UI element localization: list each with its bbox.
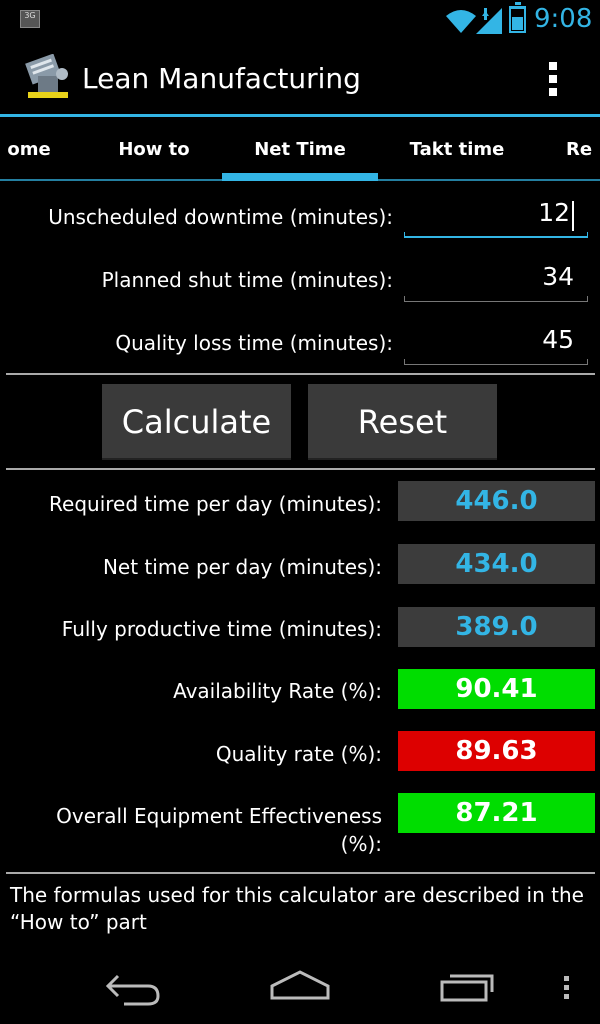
wifi-icon [446,10,476,33]
quality-rate-value: 89.63 [398,731,595,771]
required-time-label: Required time per day (minutes): [49,492,382,516]
navigation-bar [0,944,600,1024]
required-time-value: 446.0 [398,481,595,521]
availability-rate-value: 90.41 [398,669,595,709]
net-time-label: Net time per day (minutes): [102,555,382,579]
status-bar: 3G 9:08 [0,0,600,40]
overflow-menu-icon[interactable] [538,58,568,100]
text-cursor [572,201,574,231]
planned-shut-time-input[interactable]: 34 [404,262,588,302]
battery-icon [509,2,526,33]
back-icon[interactable] [104,962,162,1008]
tab-re[interactable]: Re [566,117,600,181]
quality-rate-label: Quality rate (%): [215,742,382,766]
action-bar: Lean Manufacturing [0,40,600,114]
signal-icon [476,8,502,34]
oee-value: 87.21 [398,793,595,833]
planned-shut-time-label: Planned shut time (minutes): [101,268,393,292]
fully-productive-time-label: Fully productive time (minutes): [61,617,382,641]
fully-productive-time-value: 389.0 [398,607,595,647]
tab-takt-time[interactable]: Takt time [392,117,522,181]
recent-apps-icon[interactable] [438,962,498,1008]
quality-loss-time-input[interactable]: 45 [404,325,588,365]
section-divider [6,373,595,375]
tabs-divider [0,179,600,181]
calculate-button[interactable]: Calculate [102,384,291,460]
reset-button[interactable]: Reset [308,384,497,460]
app-logo-icon[interactable] [24,54,72,102]
tab-how-to[interactable]: How to [94,117,214,181]
unscheduled-downtime-input[interactable]: 12 [404,198,588,238]
quality-loss-time-label: Quality loss time (minutes): [115,331,393,355]
oee-label: Overall Equipment Effectiveness (%): [56,804,382,856]
net-time-value: 434.0 [398,544,595,584]
menu-icon[interactable] [564,976,570,1000]
section-divider [6,468,595,470]
home-icon[interactable] [268,962,332,1008]
tab-home[interactable]: ome [0,117,84,181]
section-divider [6,872,595,874]
availability-rate-label: Availability Rate (%): [173,679,382,703]
status-time: 9:08 [534,4,593,34]
formulas-note: The formulas used for this calculator ar… [10,883,584,934]
tab-strip: ome How to Net Time Takt time Re [0,117,600,181]
tab-net-time[interactable]: Net Time [222,117,378,181]
network-3g-icon: 3G [20,10,40,28]
app-title: Lean Manufacturing [82,62,361,95]
unscheduled-downtime-label: Unscheduled downtime (minutes): [48,205,393,229]
